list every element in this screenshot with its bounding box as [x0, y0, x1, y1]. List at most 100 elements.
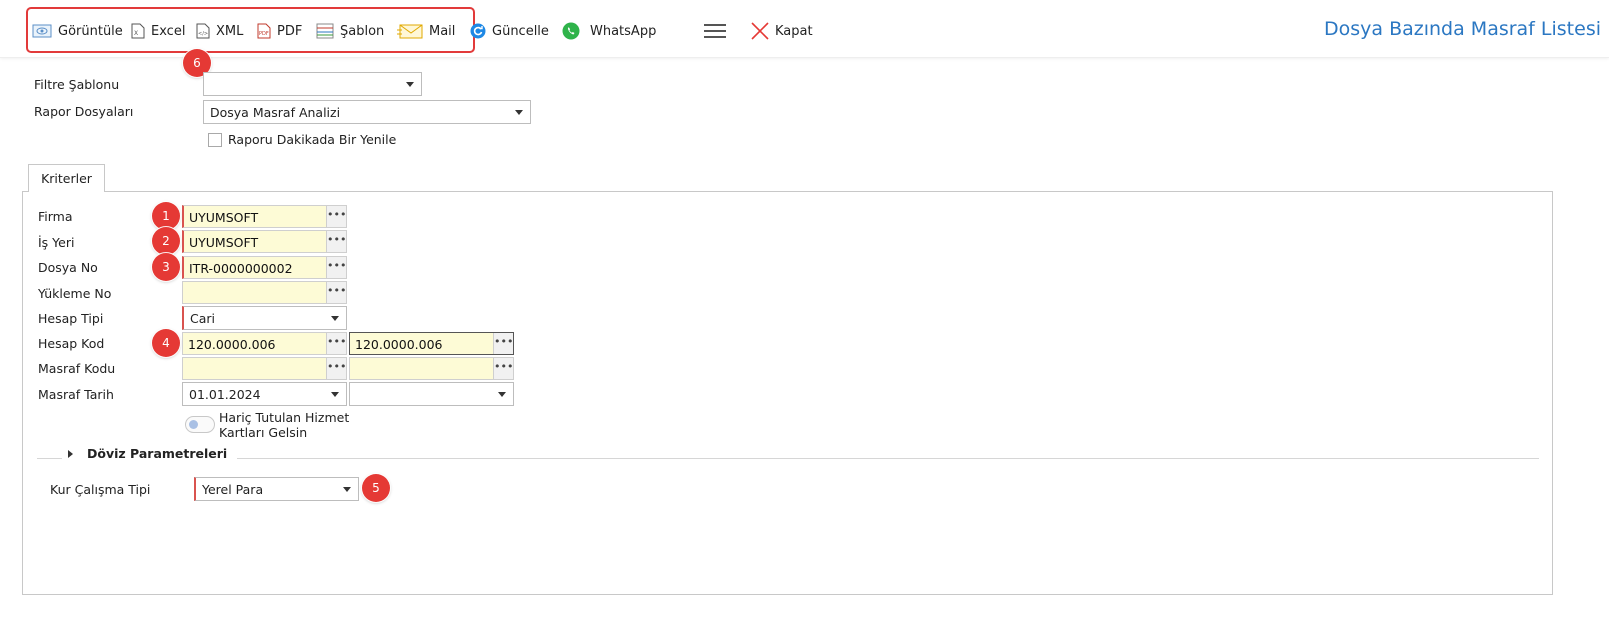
tab-kriterler[interactable]: Kriterler	[28, 164, 105, 192]
firma-field[interactable]: UYUMSOFT •••	[182, 205, 347, 228]
annotation-badge-2: 2	[152, 227, 180, 255]
refresh-button-label: Güncelle	[492, 23, 549, 39]
masraf-tarih-to-select[interactable]	[349, 382, 514, 406]
lookup-button[interactable]: •••	[493, 333, 513, 354]
pdf-button[interactable]: PDF PDF	[257, 19, 302, 43]
firma-label: Firma	[38, 209, 73, 224]
view-button[interactable]: Görüntüle	[32, 19, 123, 43]
lookup-button[interactable]: •••	[326, 231, 346, 252]
hesap-kod-from-value: 120.0000.006	[188, 337, 276, 352]
page-title: Dosya Bazında Masraf Listesi	[1324, 18, 1601, 40]
hamburger-menu-icon	[704, 24, 726, 38]
dosya-no-field[interactable]: ITR-0000000002 •••	[182, 256, 347, 279]
annotation-badge-3: 3	[152, 253, 180, 281]
menu-button[interactable]	[704, 19, 726, 43]
lookup-button[interactable]: •••	[326, 257, 346, 278]
view-button-label: Görüntüle	[58, 23, 123, 39]
report-files-value: Dosya Masraf Analizi	[210, 105, 341, 120]
refresh-every-minute-checkbox[interactable]	[208, 133, 222, 147]
excel-button[interactable]: X Excel	[131, 19, 185, 43]
hesap-tipi-value: Cari	[190, 311, 215, 326]
template-button-label: Şablon	[340, 23, 385, 39]
rate-type-label: Kur Çalışma Tipi	[50, 482, 151, 497]
excel-icon: X	[131, 23, 145, 39]
hesap-kod-from-field[interactable]: 120.0000.006 •••	[182, 332, 347, 355]
is-yeri-value: UYUMSOFT	[189, 235, 259, 250]
filter-template-select[interactable]	[203, 72, 422, 96]
filter-template-label: Filtre Şablonu	[34, 77, 120, 92]
report-files-label: Rapor Dosyaları	[34, 104, 134, 119]
currency-section-header[interactable]: Döviz Parametreleri	[62, 446, 238, 461]
whatsapp-button[interactable]: WhatsApp	[562, 19, 656, 43]
exclude-service-cards-label: Hariç Tutulan Hizmet Kartları Gelsin	[219, 410, 349, 440]
lookup-button[interactable]: •••	[326, 358, 346, 379]
refresh-icon	[470, 23, 486, 39]
xml-button-label: XML	[216, 23, 244, 39]
xml-icon: </>	[196, 23, 210, 39]
masraf-kodu-label: Masraf Kodu	[38, 361, 116, 376]
template-icon	[316, 23, 334, 39]
excel-button-label: Excel	[151, 23, 186, 39]
section-divider	[37, 458, 1539, 459]
svg-text:</>: </>	[198, 31, 208, 37]
hesap-kod-to-value: 120.0000.006	[355, 337, 443, 352]
annotation-badge-4: 4	[152, 329, 180, 357]
refresh-every-minute-label: Raporu Dakikada Bir Yenile	[228, 132, 397, 147]
svg-text:PDF: PDF	[259, 31, 269, 37]
mail-icon	[397, 24, 423, 39]
view-icon	[32, 24, 52, 38]
lookup-button[interactable]: •••	[493, 358, 513, 379]
close-button[interactable]: Kapat	[751, 19, 813, 43]
xml-button[interactable]: </> XML	[196, 19, 243, 43]
yukleme-no-field[interactable]: •••	[182, 281, 347, 304]
mail-button[interactable]: Mail	[397, 19, 455, 43]
firma-value: UYUMSOFT	[189, 210, 259, 225]
chevron-down-icon	[498, 392, 506, 397]
mail-button-label: Mail	[429, 23, 456, 39]
chevron-down-icon	[515, 110, 523, 115]
exclude-service-cards-label-line1: Hariç Tutulan Hizmet	[219, 410, 350, 425]
hesap-kod-to-field[interactable]: 120.0000.006 •••	[349, 332, 514, 355]
svg-text:X: X	[134, 30, 138, 37]
pdf-icon: PDF	[257, 23, 271, 39]
chevron-down-icon	[406, 82, 414, 87]
masraf-kodu-from-field[interactable]: •••	[182, 357, 347, 380]
dosya-no-label: Dosya No	[38, 260, 98, 275]
pdf-button-label: PDF	[277, 23, 303, 39]
exclude-service-cards-label-line2: Kartları Gelsin	[219, 425, 308, 440]
masraf-kodu-to-field[interactable]: •••	[349, 357, 514, 380]
whatsapp-button-label: WhatsApp	[590, 23, 657, 39]
report-files-select[interactable]: Dosya Masraf Analizi	[203, 100, 531, 124]
hesap-tipi-label: Hesap Tipi	[38, 311, 104, 326]
whatsapp-icon	[562, 22, 580, 40]
masraf-tarih-from-value: 01.01.2024	[189, 387, 261, 402]
close-icon	[751, 22, 769, 40]
toggle-knob	[189, 420, 198, 429]
chevron-down-icon	[331, 392, 339, 397]
lookup-button[interactable]: •••	[326, 282, 346, 303]
yukleme-no-label: Yükleme No	[38, 286, 112, 301]
chevron-right-icon	[68, 449, 73, 458]
lookup-button[interactable]: •••	[326, 333, 346, 354]
masraf-tarih-label: Masraf Tarih	[38, 387, 114, 402]
template-button[interactable]: Şablon	[316, 19, 384, 43]
lookup-button[interactable]: •••	[326, 206, 346, 227]
chevron-down-icon	[331, 316, 339, 321]
hesap-kod-label: Hesap Kod	[38, 336, 105, 351]
hesap-tipi-select[interactable]: Cari	[182, 306, 347, 330]
annotation-badge-5: 5	[362, 474, 390, 502]
annotation-badge-1: 1	[152, 202, 180, 230]
masraf-tarih-from-select[interactable]: 01.01.2024	[182, 382, 347, 406]
currency-section-title: Döviz Parametreleri	[87, 446, 228, 461]
tab-kriterler-label: Kriterler	[41, 171, 92, 186]
rate-type-value: Yerel Para	[202, 482, 264, 497]
toolbar: Görüntüle X Excel </> XML PDF PDF Şablon…	[0, 0, 1609, 58]
refresh-button[interactable]: Güncelle	[470, 19, 549, 43]
close-button-label: Kapat	[775, 23, 813, 39]
exclude-service-cards-toggle[interactable]	[185, 416, 215, 433]
rate-type-select[interactable]: Yerel Para	[194, 477, 359, 501]
dosya-no-value: ITR-0000000002	[189, 261, 293, 276]
is-yeri-field[interactable]: UYUMSOFT •••	[182, 230, 347, 253]
is-yeri-label: İş Yeri	[38, 235, 75, 250]
chevron-down-icon	[343, 487, 351, 492]
